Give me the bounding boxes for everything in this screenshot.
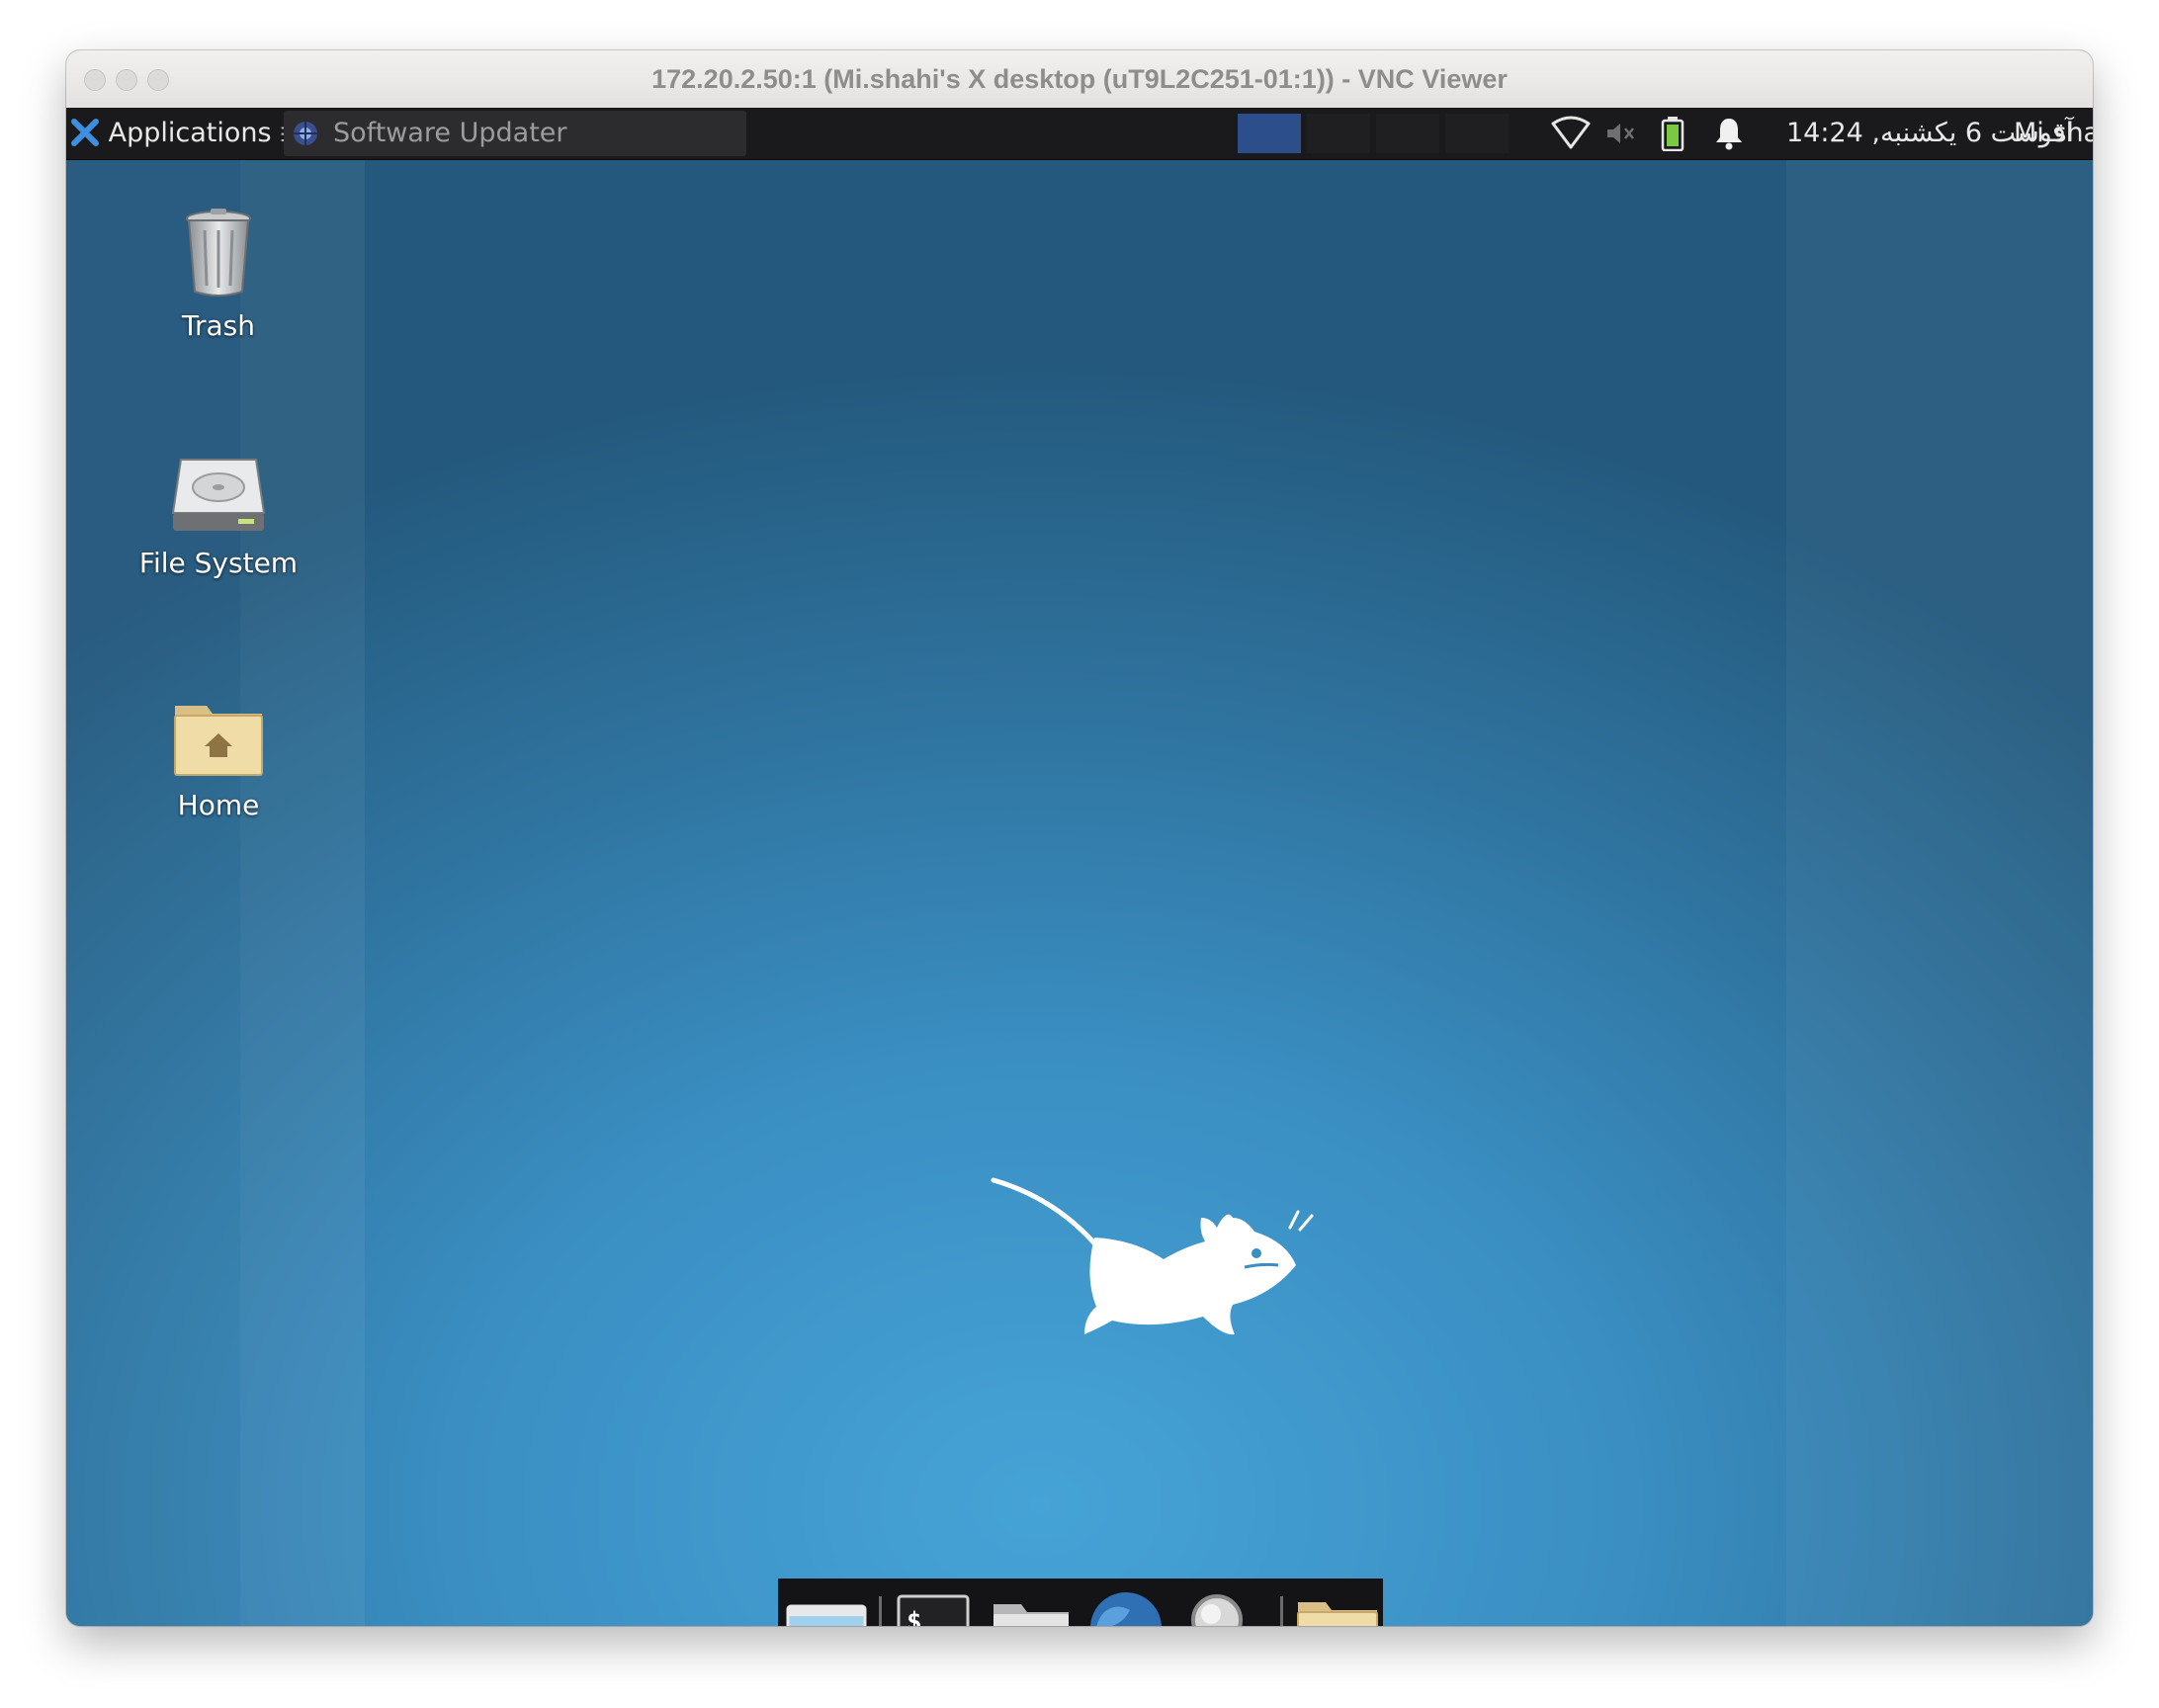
notification-bell-icon[interactable] <box>1712 116 1746 151</box>
file-manager-icon <box>993 1604 1069 1626</box>
workspace-2[interactable] <box>1307 114 1370 153</box>
dock-app-finder-button[interactable] <box>1183 1586 1268 1626</box>
desktop-icon-home[interactable]: Home <box>120 696 317 821</box>
home-folder-icon <box>174 706 263 776</box>
dock-folder-button[interactable] <box>1296 1586 1379 1626</box>
bottom-dock: $_ <box>778 1579 1383 1626</box>
xfce-mouse-logo <box>991 1177 1314 1335</box>
folder-icon <box>1297 1602 1378 1626</box>
dock-web-browser-button[interactable] <box>1086 1586 1171 1626</box>
wallpaper-band <box>1786 108 2093 1626</box>
show-desktop-icon <box>786 1604 867 1626</box>
desktop-icon-label: File System <box>138 547 299 579</box>
taskbar-item-label: Software Updater <box>333 118 567 148</box>
software-updater-icon <box>294 122 317 145</box>
wifi-icon[interactable] <box>1551 116 1591 151</box>
taskbar-item-software-updater[interactable]: Software Updater <box>284 111 746 156</box>
trash-icon <box>186 209 251 297</box>
xfce-logo-icon <box>71 119 99 146</box>
vnc-viewer-window: 172.20.2.50:1 (Mi.shahi's X desktop (uT9… <box>66 50 2093 1626</box>
window-title: 172.20.2.50:1 (Mi.shahi's X desktop (uT9… <box>651 64 1508 94</box>
desktop-icon-label: Home <box>177 789 260 821</box>
top-panel: Applications ☰ Software Updater <box>66 108 2093 160</box>
workspace-3[interactable] <box>1376 114 1439 153</box>
desktop-icon-label: Trash <box>182 309 255 342</box>
terminal-prompt-glyph: $_ <box>907 1607 938 1626</box>
volume-muted-icon[interactable] <box>1604 119 1638 148</box>
app-finder-icon <box>1191 1594 1243 1626</box>
dock-separator <box>1280 1596 1283 1626</box>
workspace-4[interactable] <box>1445 114 1509 153</box>
applications-label: Applications <box>108 118 272 148</box>
desktop-icon-file-system[interactable]: File System <box>120 454 317 579</box>
dock-show-desktop-button[interactable] <box>786 1586 867 1626</box>
terminal-icon: $_ <box>897 1594 970 1626</box>
dock-file-manager-button[interactable] <box>990 1586 1073 1626</box>
xfce-desktop[interactable]: Applications ☰ Software Updater <box>66 108 2093 1626</box>
battery-icon[interactable] <box>1660 116 1685 151</box>
user-menu[interactable]: Mi.shahi <box>2014 108 2093 159</box>
workspace-1[interactable] <box>1238 114 1301 153</box>
desktop-icon-trash[interactable]: Trash <box>120 205 317 342</box>
hard-drive-icon <box>171 459 266 531</box>
applications-menu-button[interactable]: Applications ☰ <box>70 108 298 159</box>
window-titlebar[interactable]: 172.20.2.50:1 (Mi.shahi's X desktop (uT9… <box>66 50 2093 109</box>
web-browser-icon <box>1090 1592 1162 1626</box>
dock-terminal-button[interactable]: $_ <box>897 1586 970 1626</box>
dock-separator <box>879 1596 882 1626</box>
